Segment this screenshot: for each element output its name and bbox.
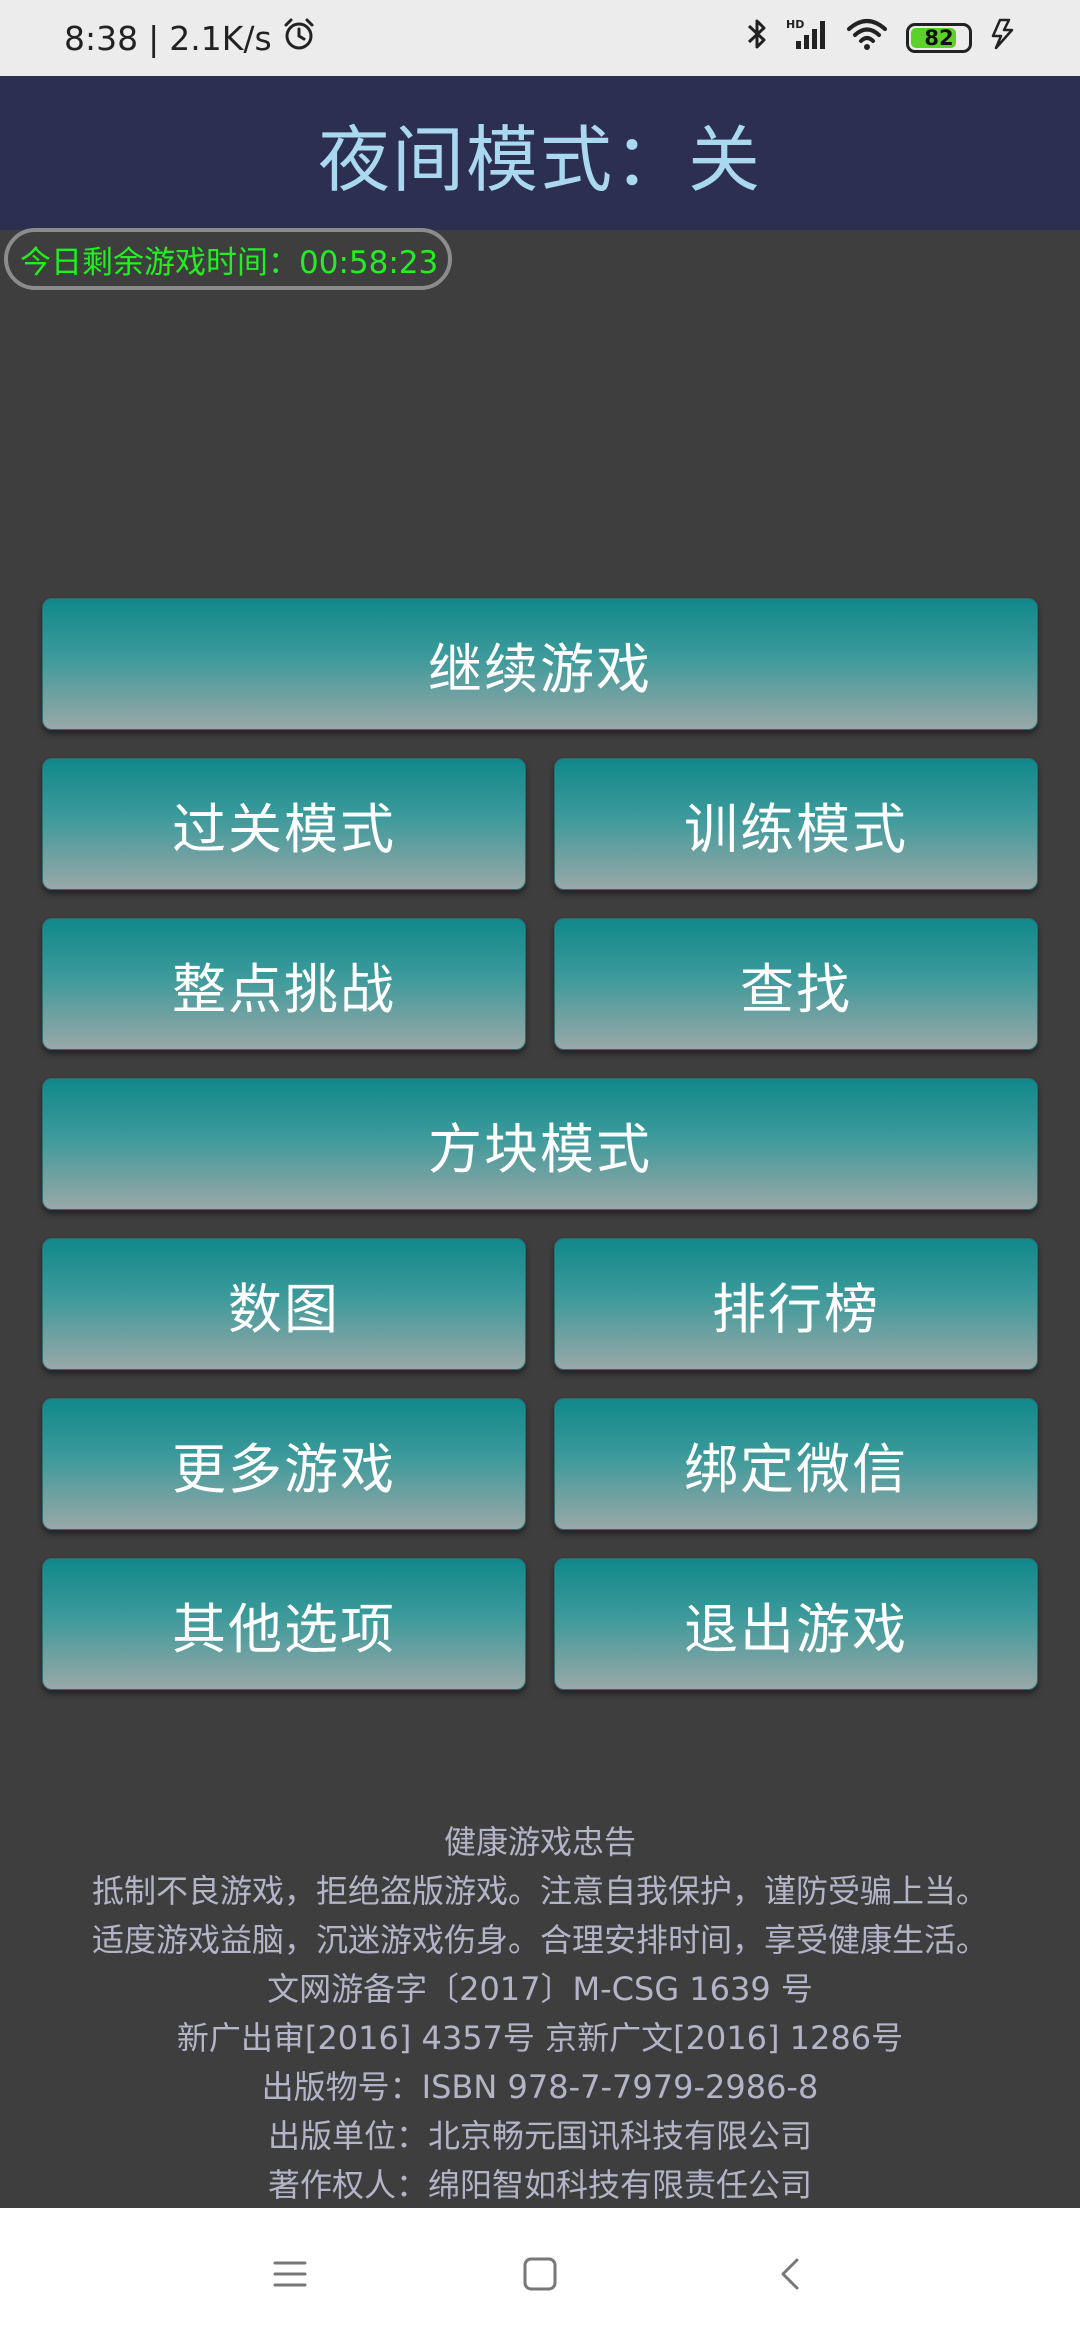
status-separator: | (148, 18, 160, 58)
notice-line-3: 文网游备字〔2017〕M-CSG 1639 号 (267, 1970, 813, 2008)
hd-signal-icon: HD (786, 17, 828, 59)
status-time: 8:38 (64, 18, 139, 58)
block-mode-button[interactable]: 方块模式 (42, 1078, 1038, 1210)
navigation-bar (0, 2208, 1080, 2340)
more-games-label: 更多游戏 (172, 1437, 396, 1501)
night-mode-header[interactable]: 夜间模式：关 (0, 76, 1080, 230)
status-net-speed: 2.1K/s (169, 18, 272, 58)
notice-line-1: 抵制不良游戏，拒绝盗版游戏。注意自我保护，谨防受骗上当。 (91, 1872, 988, 1910)
count-map-label: 数图 (228, 1277, 340, 1341)
hourly-challenge-button[interactable]: 整点挑战 (42, 918, 526, 1050)
exit-game-label: 退出游戏 (684, 1597, 908, 1661)
status-right: HD 82 (746, 17, 1016, 59)
notice-line-5: 出版物号：ISBN 978-7-7979-2986-8 (261, 2068, 819, 2106)
training-mode-button[interactable]: 训练模式 (554, 758, 1038, 890)
count-map-button[interactable]: 数图 (42, 1238, 526, 1370)
svg-text:HD: HD (786, 18, 804, 31)
search-button[interactable]: 查找 (554, 918, 1038, 1050)
continue-game-label: 继续游戏 (428, 637, 652, 701)
other-options-label: 其他选项 (172, 1597, 396, 1661)
notice-line-2: 适度游戏益脑，沉迷游戏伤身。合理安排时间，享受健康生活。 (91, 1921, 988, 1959)
notice-line-4: 新广出审[2016] 4357号 京新广文[2016] 1286号 (176, 2019, 904, 2057)
home-icon[interactable] (520, 2254, 560, 2294)
block-mode-label: 方块模式 (428, 1117, 652, 1181)
continue-game-button[interactable]: 继续游戏 (42, 598, 1038, 730)
status-bar: 8:38 | 2.1K/s HD 82 (0, 0, 1080, 76)
level-mode-label: 过关模式 (172, 797, 396, 861)
screen: 8:38 | 2.1K/s HD 82 夜间模式：关 今日剩余游戏时间：00:5… (0, 0, 1080, 2340)
battery-level-text: 82 (924, 26, 954, 50)
alarm-icon (282, 17, 316, 59)
hourly-challenge-label: 整点挑战 (172, 957, 396, 1021)
notice-line-7: 著作权人：绵阳智如科技有限责任公司 (267, 2166, 812, 2204)
notice-line-6: 出版单位：北京畅元国讯科技有限公司 (267, 2117, 812, 2155)
menu-icon[interactable] (270, 2254, 310, 2294)
charging-icon (990, 17, 1016, 59)
leaderboard-label: 排行榜 (712, 1277, 880, 1341)
battery-icon: 82 (906, 23, 972, 53)
more-games-button[interactable]: 更多游戏 (42, 1398, 526, 1530)
remaining-time-badge: 今日剩余游戏时间：00:58:23 (4, 228, 453, 290)
bind-wechat-button[interactable]: 绑定微信 (554, 1398, 1038, 1530)
status-left: 8:38 | 2.1K/s (64, 17, 316, 59)
back-icon[interactable] (770, 2254, 810, 2294)
bind-wechat-label: 绑定微信 (684, 1437, 908, 1501)
bluetooth-icon (746, 17, 768, 59)
search-label: 查找 (740, 957, 852, 1021)
remaining-time-text: 今日剩余游戏时间：00:58:23 (20, 244, 439, 281)
other-options-button[interactable]: 其他选项 (42, 1558, 526, 1690)
exit-game-button[interactable]: 退出游戏 (554, 1558, 1038, 1690)
health-notice: 健康游戏忠告 抵制不良游戏，拒绝盗版游戏。注意自我保护，谨防受骗上当。 适度游戏… (0, 1818, 1080, 2210)
leaderboard-button[interactable]: 排行榜 (554, 1238, 1038, 1370)
level-mode-button[interactable]: 过关模式 (42, 758, 526, 890)
night-mode-toggle-label[interactable]: 夜间模式：关 (318, 101, 762, 206)
notice-title: 健康游戏忠告 (443, 1823, 636, 1861)
training-mode-label: 训练模式 (684, 797, 908, 861)
wifi-icon (846, 17, 888, 59)
